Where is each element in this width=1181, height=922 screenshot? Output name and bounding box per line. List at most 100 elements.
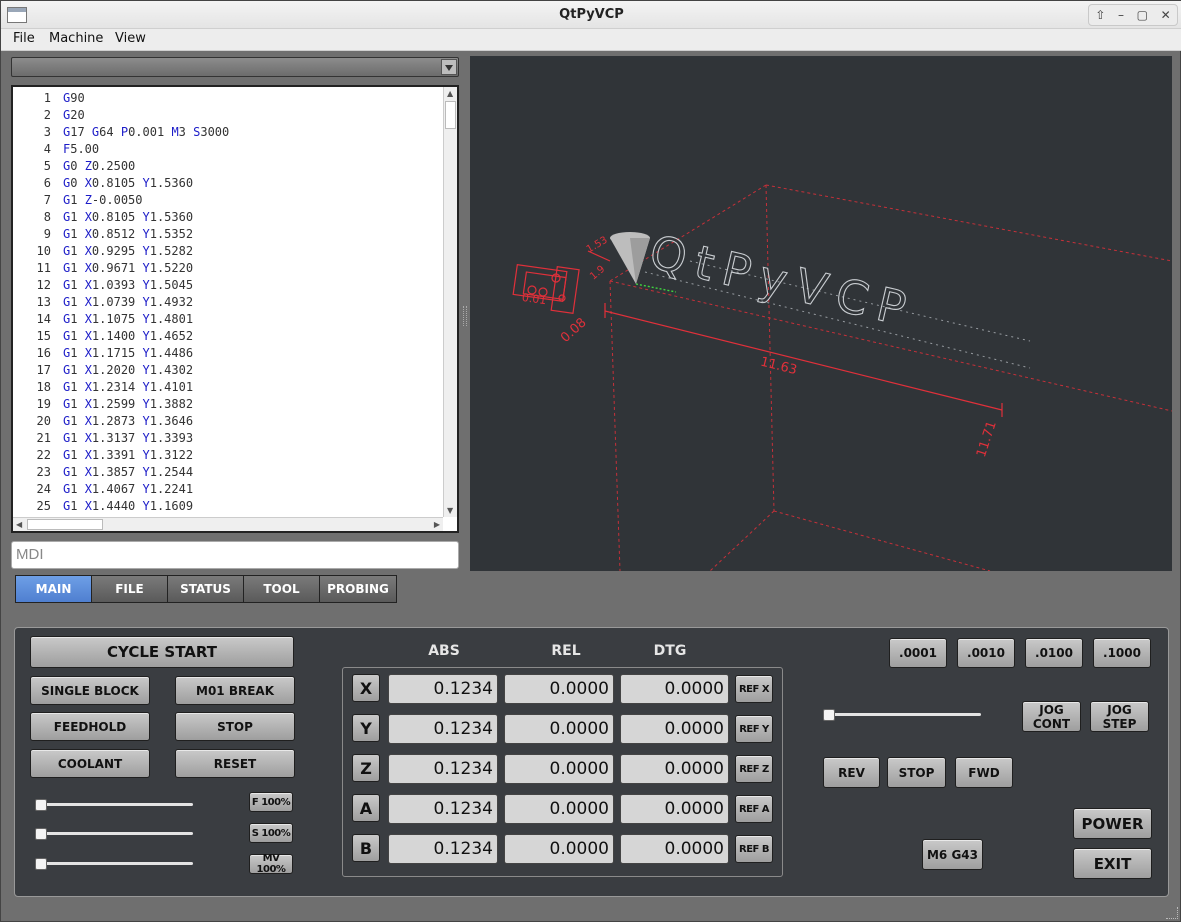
single-block-button[interactable]: SINGLE BLOCK	[30, 676, 150, 705]
spindle-reverse-button[interactable]: REV	[823, 757, 880, 788]
exit-button[interactable]: EXIT	[1073, 848, 1152, 879]
vertical-scroll-thumb[interactable]	[445, 101, 456, 129]
gcode-line[interactable]: 20 G1 X1.2873 Y1.3646	[13, 414, 443, 431]
menu-machine[interactable]: Machine	[49, 31, 103, 46]
gcode-line[interactable]: 6 G0 X0.8105 Y1.5360	[13, 176, 443, 193]
gcode-line[interactable]: 14 G1 X1.1075 Y1.4801	[13, 312, 443, 329]
gcode-word-value: 90	[70, 91, 85, 105]
ref-x-button[interactable]: REF X	[735, 675, 773, 703]
feed-override-slider[interactable]	[35, 799, 193, 811]
horizontal-scroll-thumb[interactable]	[27, 519, 103, 530]
gcode-line[interactable]: 19 G1 X1.2599 Y1.3882	[13, 397, 443, 414]
m01-break-button[interactable]: M01 BREAK	[175, 676, 295, 705]
close-window-icon[interactable]: ✕	[1161, 8, 1171, 22]
slider-handle[interactable]	[823, 709, 835, 721]
gcode-line[interactable]: 4 F5.00	[13, 142, 443, 159]
horizontal-scrollbar[interactable]: ◀ ▶	[13, 517, 443, 531]
gcode-word-value: 1.4486	[149, 346, 194, 360]
feed-override-reset-button[interactable]: F 100%	[249, 792, 293, 812]
gcode-line[interactable]: 2 G20	[13, 108, 443, 125]
slider-handle[interactable]	[35, 799, 47, 811]
jog-increment-0100-button[interactable]: .0100	[1025, 638, 1083, 668]
tab-file[interactable]: FILE	[92, 576, 168, 602]
menu-file[interactable]: File	[13, 31, 35, 46]
axis-b-button[interactable]: B	[352, 834, 380, 862]
feedhold-button[interactable]: FEEDHOLD	[30, 712, 150, 741]
gcode-line[interactable]: 15 G1 X1.1400 Y1.4652	[13, 329, 443, 346]
stop-button[interactable]: STOP	[175, 712, 295, 741]
jog-speed-slider[interactable]	[823, 709, 981, 721]
m6-g43-button[interactable]: M6 G43	[922, 839, 983, 870]
jog-increment-0001-button[interactable]: .0001	[889, 638, 947, 668]
jog-step-button[interactable]: JOG STEP	[1090, 701, 1149, 732]
gcode-line[interactable]: 25 G1 X1.4440 Y1.1609	[13, 499, 443, 516]
reset-button[interactable]: RESET	[175, 749, 295, 778]
minimize-window-icon[interactable]: –	[1118, 8, 1124, 22]
axis-a-button[interactable]: A	[352, 794, 380, 822]
resize-grip[interactable]	[1166, 907, 1178, 919]
scroll-up-icon[interactable]: ▲	[447, 89, 453, 98]
gcode-line[interactable]: 16 G1 X1.1715 Y1.4486	[13, 346, 443, 363]
gcode-line[interactable]: 18 G1 X1.2314 Y1.4101	[13, 380, 443, 397]
jog-increment-1000-button[interactable]: .1000	[1093, 638, 1151, 668]
spindle-override-reset-button[interactable]: S 100%	[249, 823, 293, 843]
ref-a-button[interactable]: REF A	[735, 795, 773, 823]
gcode-line[interactable]: 22 G1 X1.3391 Y1.3122	[13, 448, 443, 465]
mdi-input[interactable]: MDI	[11, 541, 459, 569]
gcode-line[interactable]: 8 G1 X0.8105 Y1.5360	[13, 210, 443, 227]
gcode-word-value: 1.5360	[149, 210, 194, 224]
gcode-line[interactable]: 17 G1 X1.2020 Y1.4302	[13, 363, 443, 380]
vertical-scrollbar[interactable]: ▲ ▼	[443, 87, 457, 517]
recent-file-combo[interactable]	[11, 57, 459, 77]
axis-z-button[interactable]: Z	[352, 754, 380, 782]
menu-view[interactable]: View	[115, 31, 146, 46]
coolant-button[interactable]: COOLANT	[30, 749, 150, 778]
gcode-editor[interactable]: 1 G90 2 G20 3 G17 G64 P0.001 M3 S3000 4 F5.00 5 G…	[11, 85, 459, 533]
gcode-line[interactable]: 21 G1 X1.3137 Y1.3393	[13, 431, 443, 448]
scroll-right-icon[interactable]: ▶	[434, 520, 440, 529]
jog-increment-0010-button[interactable]: .0010	[957, 638, 1015, 668]
gcode-line[interactable]: 1 G90	[13, 91, 443, 108]
rapid-override-slider[interactable]	[35, 858, 193, 870]
gcode-line[interactable]: 10 G1 X0.9295 Y1.5282	[13, 244, 443, 261]
cycle-start-button[interactable]: CYCLE START	[30, 636, 294, 668]
gcode-word-value: 1.3646	[149, 414, 194, 428]
shade-window-icon[interactable]: ⇧	[1095, 8, 1105, 22]
maximize-window-icon[interactable]: ▢	[1137, 8, 1148, 22]
gcode-line[interactable]: 5 G0 Z0.2500	[13, 159, 443, 176]
gcode-line[interactable]: 12 G1 X1.0393 Y1.5045	[13, 278, 443, 295]
gcode-line-text: F5.00	[63, 142, 99, 156]
axis-y-button[interactable]: Y	[352, 714, 380, 742]
slider-handle[interactable]	[35, 828, 47, 840]
rapid-override-reset-button[interactable]: MV 100%	[249, 853, 293, 875]
gcode-line[interactable]: 9 G1 X0.8512 Y1.5352	[13, 227, 443, 244]
gcode-backplot[interactable]: 11.63 11.71 0.08 1.53 1.9 0.01 QtPyVCP	[470, 56, 1172, 571]
tab-main[interactable]: MAIN	[16, 576, 92, 602]
scroll-down-icon[interactable]: ▼	[447, 506, 453, 515]
ref-b-button[interactable]: REF B	[735, 835, 773, 863]
scroll-left-icon[interactable]: ◀	[16, 520, 22, 529]
spindle-stop-button[interactable]: STOP	[887, 757, 946, 788]
gcode-line[interactable]: 23 G1 X1.3857 Y1.2544	[13, 465, 443, 482]
tab-status[interactable]: STATUS	[168, 576, 244, 602]
gcode-word-value: 20	[70, 108, 85, 122]
ref-y-button[interactable]: REF Y	[735, 715, 773, 743]
gcode-word-letter: Y	[142, 210, 150, 224]
ref-z-button[interactable]: REF Z	[735, 755, 773, 783]
power-button[interactable]: POWER	[1073, 808, 1152, 839]
gcode-line[interactable]: 3 G17 G64 P0.001 M3 S3000	[13, 125, 443, 142]
jog-continuous-button[interactable]: JOG CONT	[1022, 701, 1081, 732]
slider-handle[interactable]	[35, 858, 47, 870]
gcode-line[interactable]: 24 G1 X1.4067 Y1.2241	[13, 482, 443, 499]
spindle-forward-button[interactable]: FWD	[955, 757, 1013, 788]
chevron-down-icon[interactable]	[441, 59, 457, 75]
gcode-line[interactable]: 11 G1 X0.9671 Y1.5220	[13, 261, 443, 278]
axis-x-button[interactable]: X	[352, 674, 380, 702]
splitter-handle[interactable]	[463, 306, 467, 326]
gcode-line[interactable]: 7 G1 Z-0.0050	[13, 193, 443, 210]
tab-probing[interactable]: PROBING	[320, 576, 396, 602]
gcode-line-text: G1 X0.9295 Y1.5282	[63, 244, 193, 258]
gcode-line[interactable]: 13 G1 X1.0739 Y1.4932	[13, 295, 443, 312]
spindle-override-slider[interactable]	[35, 828, 193, 840]
tab-tool[interactable]: TOOL	[244, 576, 320, 602]
